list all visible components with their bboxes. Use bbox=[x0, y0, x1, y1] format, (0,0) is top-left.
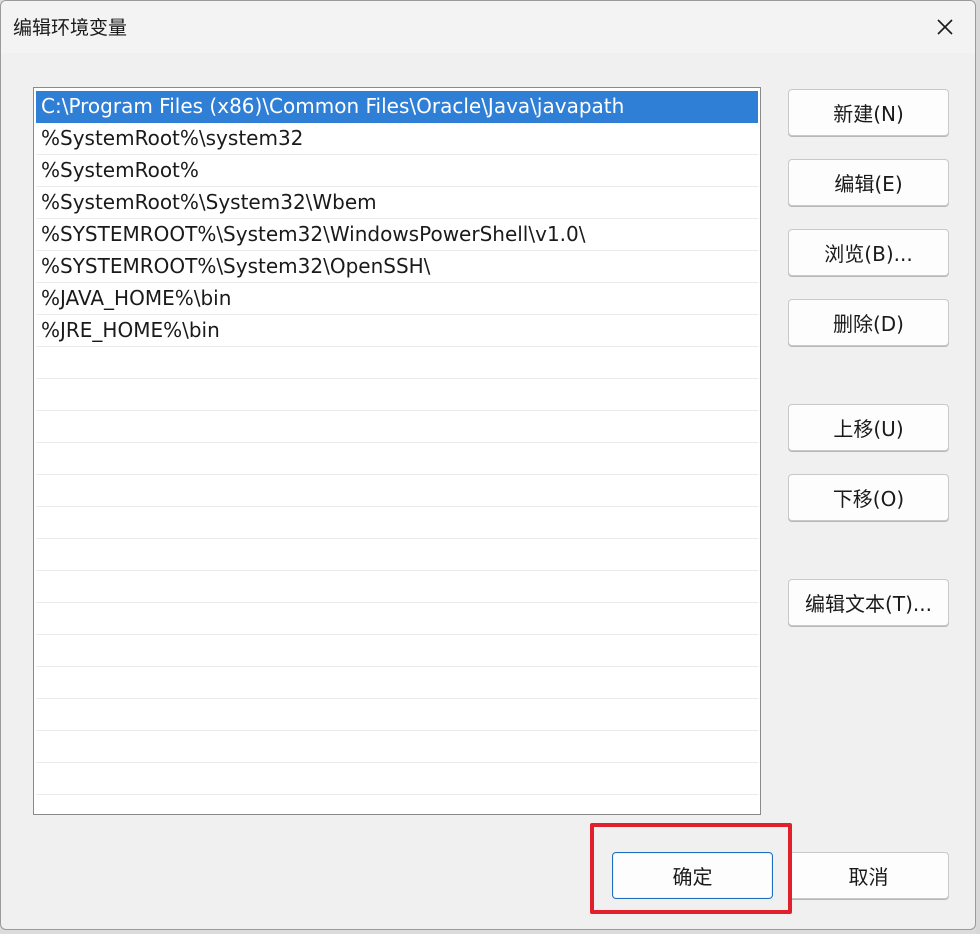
path-list[interactable]: C:\Program Files (x86)\Common Files\Orac… bbox=[33, 87, 761, 815]
edit-environment-variable-dialog: 编辑环境变量 C:\Program Files (x86)\Common Fil… bbox=[0, 0, 976, 930]
path-list-item[interactable]: %JRE_HOME%\bin bbox=[36, 315, 758, 347]
path-list-empty-row[interactable] bbox=[36, 507, 758, 539]
ok-button[interactable]: 确定 bbox=[612, 852, 773, 899]
close-icon bbox=[937, 19, 953, 35]
title-bar: 编辑环境变量 bbox=[1, 1, 975, 53]
path-list-empty-row[interactable] bbox=[36, 443, 758, 475]
path-list-empty-row[interactable] bbox=[36, 571, 758, 603]
path-list-empty-row[interactable] bbox=[36, 347, 758, 379]
new-button[interactable]: 新建(N) bbox=[788, 89, 949, 136]
delete-button[interactable]: 删除(D) bbox=[788, 299, 949, 346]
edit-text-button[interactable]: 编辑文本(T)... bbox=[788, 579, 949, 626]
path-list-item[interactable]: %SystemRoot% bbox=[36, 155, 758, 187]
browse-button[interactable]: 浏览(B)... bbox=[788, 229, 949, 276]
edit-button[interactable]: 编辑(E) bbox=[788, 159, 949, 206]
path-list-item[interactable]: %SYSTEMROOT%\System32\WindowsPowerShell\… bbox=[36, 219, 758, 251]
path-list-empty-row[interactable] bbox=[36, 763, 758, 795]
path-list-empty-row[interactable] bbox=[36, 731, 758, 763]
move-down-button[interactable]: 下移(O) bbox=[788, 474, 949, 521]
path-list-item[interactable]: %JAVA_HOME%\bin bbox=[36, 283, 758, 315]
move-up-button[interactable]: 上移(U) bbox=[788, 404, 949, 451]
path-list-empty-row[interactable] bbox=[36, 699, 758, 731]
path-list-item[interactable]: %SystemRoot%\system32 bbox=[36, 123, 758, 155]
path-list-item[interactable]: C:\Program Files (x86)\Common Files\Orac… bbox=[36, 91, 758, 123]
path-list-empty-row[interactable] bbox=[36, 379, 758, 411]
path-list-empty-row[interactable] bbox=[36, 411, 758, 443]
path-list-empty-row[interactable] bbox=[36, 603, 758, 635]
path-list-empty-row[interactable] bbox=[36, 635, 758, 667]
path-list-empty-row[interactable] bbox=[36, 539, 758, 571]
path-list-item[interactable]: %SystemRoot%\System32\Wbem bbox=[36, 187, 758, 219]
path-list-empty-row[interactable] bbox=[36, 475, 758, 507]
cancel-button[interactable]: 取消 bbox=[788, 852, 949, 899]
window-edge bbox=[976, 0, 980, 934]
path-list-item[interactable]: %SYSTEMROOT%\System32\OpenSSH\ bbox=[36, 251, 758, 283]
path-list-empty-row[interactable] bbox=[36, 667, 758, 699]
close-button[interactable] bbox=[915, 1, 975, 53]
window-title: 编辑环境变量 bbox=[13, 17, 128, 39]
